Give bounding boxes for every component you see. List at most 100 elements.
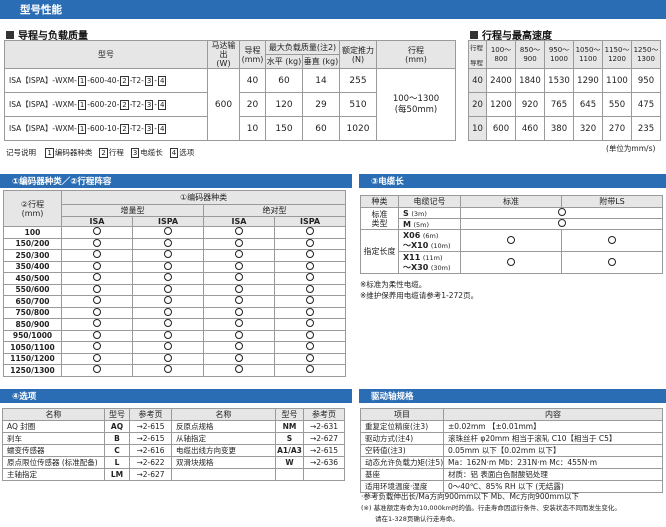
option-empty — [275, 468, 304, 481]
availability-cell — [61, 283, 133, 296]
circle-mark-icon — [93, 238, 101, 247]
lead-value: 20 — [239, 92, 266, 117]
drive-content: 材质：铝 表面白色耐酸铝处理 — [443, 468, 663, 481]
availability-cell — [61, 260, 133, 273]
drive-content: ±0.02mm 【±0.01mm】 — [443, 420, 663, 433]
stroke-label: 250/300 — [3, 249, 62, 262]
legend-item: 4 选项 — [169, 147, 194, 158]
circle-mark-icon — [235, 319, 243, 328]
option-empty — [303, 468, 345, 481]
availability-cell — [273, 260, 347, 273]
cable-code-s: S (3m) — [398, 207, 461, 219]
availability-cell — [273, 329, 347, 342]
option-name: 刹车 — [2, 432, 105, 445]
circle-mark-icon — [235, 342, 243, 351]
stroke-label: 1050/1100 — [3, 341, 62, 354]
stroke-label: 450/500 — [3, 272, 62, 285]
speed-col-header: 850～900 — [515, 40, 545, 69]
availability-cell — [203, 341, 275, 354]
circle-mark-icon — [235, 307, 243, 316]
horizontal-load: 120 — [265, 92, 303, 117]
th-ispa-abs: ISPA — [273, 216, 347, 227]
availability-cell — [273, 341, 347, 354]
stroke-row: 450/500 — [3, 272, 347, 285]
legend-item: 1 编码器种类 — [44, 147, 92, 158]
availability-cell — [203, 329, 275, 342]
lead-value: 10 — [239, 116, 266, 141]
speed-unit: (单位为mm/s) — [606, 144, 656, 153]
availability-cell — [132, 226, 204, 239]
option-code: C — [104, 444, 130, 457]
option-page: →2-615 — [129, 420, 172, 433]
drive-section-bar: 驱动轴规格 — [359, 389, 666, 403]
th-incremental: 增量型 — [61, 204, 204, 217]
circle-mark-icon — [164, 342, 172, 351]
option-name: 主轴指定 — [2, 468, 105, 481]
option-box: 4 — [158, 76, 167, 86]
availability-cell — [273, 283, 347, 296]
speed-value: 920 — [515, 92, 545, 117]
speed-row: 40 2400 1840 1530 1290 1100 950 — [468, 68, 661, 93]
availability-cell — [203, 272, 275, 285]
availability-cell — [61, 249, 133, 262]
stroke-label: 350/400 — [3, 260, 62, 273]
th-option-0: 名称 — [171, 408, 276, 421]
drive-note-3: 请在1-328页确认行走寿命。 — [375, 515, 459, 523]
availability-cell — [203, 283, 275, 296]
speed-col-header: 1050～1100 — [573, 40, 603, 69]
option-code: L — [104, 456, 130, 469]
circle-mark-icon — [306, 284, 315, 293]
speed-col-from: 1050～1100 — [575, 45, 601, 63]
model-code: ISA【ISPA】-WXM- 1 -600-20- 2 -T2- 3-4 — [4, 92, 208, 117]
option-page: →2-627 — [129, 468, 172, 481]
availability-cell — [203, 295, 275, 308]
option-page: →2-631 — [303, 420, 345, 433]
stroke-label: 1250/1300 — [3, 364, 62, 377]
availability-cell — [273, 249, 347, 262]
drive-note-1: ·参考负载伸出长/Ma方向900mm以下 Mb、Mc方向900mm以下 — [361, 492, 580, 501]
circle-mark-icon — [306, 330, 315, 339]
availability-cell — [61, 364, 133, 377]
stroke-label: 650/700 — [3, 295, 62, 308]
circle-mark-icon — [164, 261, 172, 270]
availability-cell — [203, 260, 275, 273]
availability-cell — [61, 341, 133, 354]
circle-mark-icon — [235, 238, 243, 247]
circle-mark-icon — [235, 273, 243, 282]
drive-row: 重复定位精度(注3) ±0.02mm 【±0.01mm】 — [360, 420, 663, 433]
circle-mark-icon — [306, 261, 315, 270]
cable-box: 3 — [144, 76, 154, 86]
availability-cell — [132, 329, 204, 342]
stroke-pitch: (每50mm) — [394, 104, 438, 115]
circle-mark-icon — [608, 257, 616, 266]
model-code: ISA【ISPA】-WXM- 1 -600-40- 2 -T2- 3-4 — [4, 68, 208, 93]
stroke-box: 2 — [120, 100, 129, 110]
stroke-range-value: 100～1300 — [392, 93, 440, 104]
horizontal-load: 150 — [265, 116, 303, 141]
vertical-load: 29 — [302, 92, 340, 117]
th-vertical: 垂直 (kg) — [302, 54, 340, 69]
option-code: S — [275, 432, 304, 445]
availability-cell — [273, 318, 347, 331]
stroke-box: 2 — [120, 124, 129, 134]
drive-content: 0.05mm 以下【0.02mm 以下】 — [443, 444, 663, 457]
th-horizontal: 水平 (kg) — [265, 54, 303, 69]
model-dash: - — [154, 76, 158, 85]
circle-mark-icon — [235, 284, 243, 293]
lead-load-row: ISA【ISPA】-WXM- 1 -600-40- 2 -T2- 3-4 600 40 60 14… — [4, 68, 456, 141]
stroke-label: 1150/1200 — [3, 352, 62, 365]
horizontal-load: 60 — [265, 68, 303, 93]
th-stroke-lineup: ②行程 (mm) — [3, 190, 62, 227]
circle-mark-icon — [164, 296, 172, 305]
cable-code-m: M (5m) — [398, 218, 461, 230]
th-cable-code: 电缆记号 — [398, 195, 461, 208]
page-title-bar: 型号性能 — [0, 0, 666, 19]
options-table: 名称 型号 参考页 名称 型号 参考页 AQ 封圈 AQ →2-615 反原点规格 NM →2-63… — [2, 408, 345, 481]
stroke-row: 1050/1100 — [3, 341, 347, 354]
legend: 记号说明 1 编码器种类 2 行程 3 电缆长 4 选项 — [6, 147, 195, 158]
option-box: 4 — [158, 124, 167, 134]
availability-cell — [61, 295, 133, 308]
stroke-row: 350/400 — [3, 260, 347, 273]
option-name: 双滑块规格 — [171, 456, 276, 469]
rated-thrust: 510 — [339, 92, 377, 117]
